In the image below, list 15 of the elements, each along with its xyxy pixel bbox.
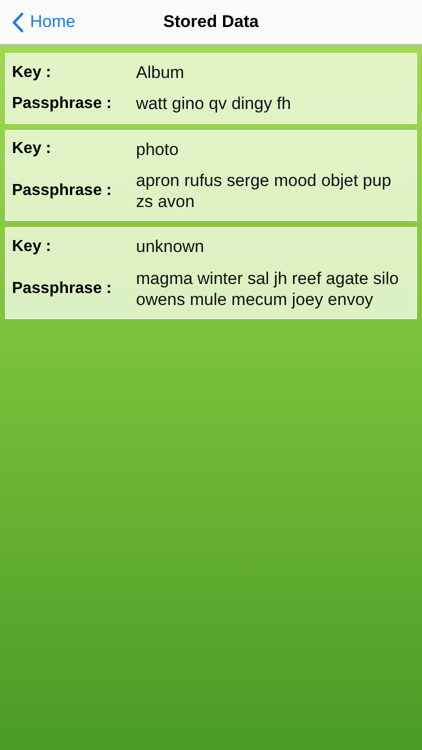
key-label: Key : — [12, 238, 52, 256]
passphrase-label: Passphrase : — [12, 280, 113, 298]
key-value: photo — [136, 138, 180, 160]
key-value: unknown — [136, 236, 206, 258]
nav-title: Stored Data — [163, 12, 259, 32]
key-label: Key : — [12, 140, 52, 158]
passphrase-value: apron rufus serge mood objet pup zs avon — [136, 170, 392, 212]
passphrase-value: watt gino qv dingy fh — [136, 93, 292, 114]
passphrase-label: Passphrase : — [12, 94, 113, 113]
key-value: Album — [136, 62, 186, 84]
passphrase-value: magma winter sal jh reef agate silo owens mule mecum joey envoy — [136, 268, 400, 310]
back-button[interactable]: Home — [12, 12, 76, 32]
chevron-left-icon — [12, 12, 24, 32]
key-label: Key : — [12, 64, 52, 82]
passphrase-label: Passphrase : — [12, 182, 113, 200]
